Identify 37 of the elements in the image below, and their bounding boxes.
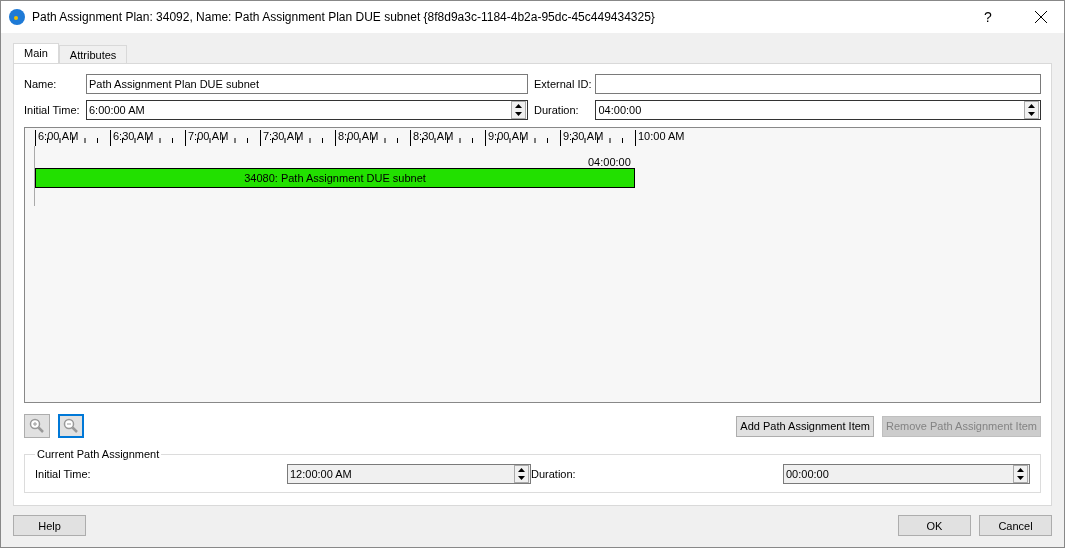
assignment-bar[interactable]: 34080: Path Assignment DUE subnet xyxy=(35,168,635,188)
time-tick-label: 10:00 AM xyxy=(635,130,685,146)
input-field[interactable]: Path Assignment Plan DUE subnet xyxy=(86,74,528,94)
zoom-in-button[interactable] xyxy=(24,414,50,438)
zoom-out-button[interactable] xyxy=(58,414,84,438)
spin-field[interactable]: 04:00:00 xyxy=(595,100,1041,120)
tab[interactable]: Main xyxy=(13,43,59,64)
help-button[interactable]: ? xyxy=(965,1,1011,33)
field-label: Duration: xyxy=(531,468,577,480)
add-item-button[interactable]: Add Path Assignment Item xyxy=(736,415,874,437)
time-tick-label: 6:00 AM xyxy=(35,130,79,146)
time-tick-label: 8:30 AM xyxy=(410,130,454,146)
time-tick-label: 7:30 AM xyxy=(260,130,304,146)
field-label: Initial Time: xyxy=(24,104,81,116)
time-tick-label: 9:00 AM xyxy=(485,130,529,146)
field-label: Name: xyxy=(24,78,58,90)
spin-field[interactable]: 6:00:00 AM xyxy=(86,100,528,120)
spin-buttons[interactable] xyxy=(1024,101,1039,119)
time-tick-label: 9:30 AM xyxy=(560,130,604,146)
zoom-in-icon xyxy=(29,418,45,434)
ok-button[interactable]: OK xyxy=(898,515,971,536)
help-button[interactable]: Help xyxy=(13,515,86,536)
duration-label: 04:00:00 xyxy=(588,156,631,168)
field-label: External ID: xyxy=(533,78,593,90)
field-label: Initial Time: xyxy=(35,468,92,480)
cancel-button[interactable]: Cancel xyxy=(979,515,1052,536)
field-label: Duration: xyxy=(533,104,580,116)
spin-buttons[interactable] xyxy=(511,101,526,119)
window-title: Path Assignment Plan: 34092, Name: Path Assignment Plan DUE subnet {8f8d9a3c-1184-4b2a-95dc-45c449434325} xyxy=(32,10,656,24)
app-icon xyxy=(9,9,25,25)
time-tick-label: 6:30 AM xyxy=(110,130,154,146)
input-field[interactable] xyxy=(595,74,1041,94)
time-tick-label: 7:00 AM xyxy=(185,130,229,146)
time-tick-label: 8:00 AM xyxy=(335,130,379,146)
close-icon xyxy=(1035,11,1047,23)
group-title: Current Path Assignment xyxy=(36,448,161,460)
zoom-out-icon xyxy=(63,418,79,434)
